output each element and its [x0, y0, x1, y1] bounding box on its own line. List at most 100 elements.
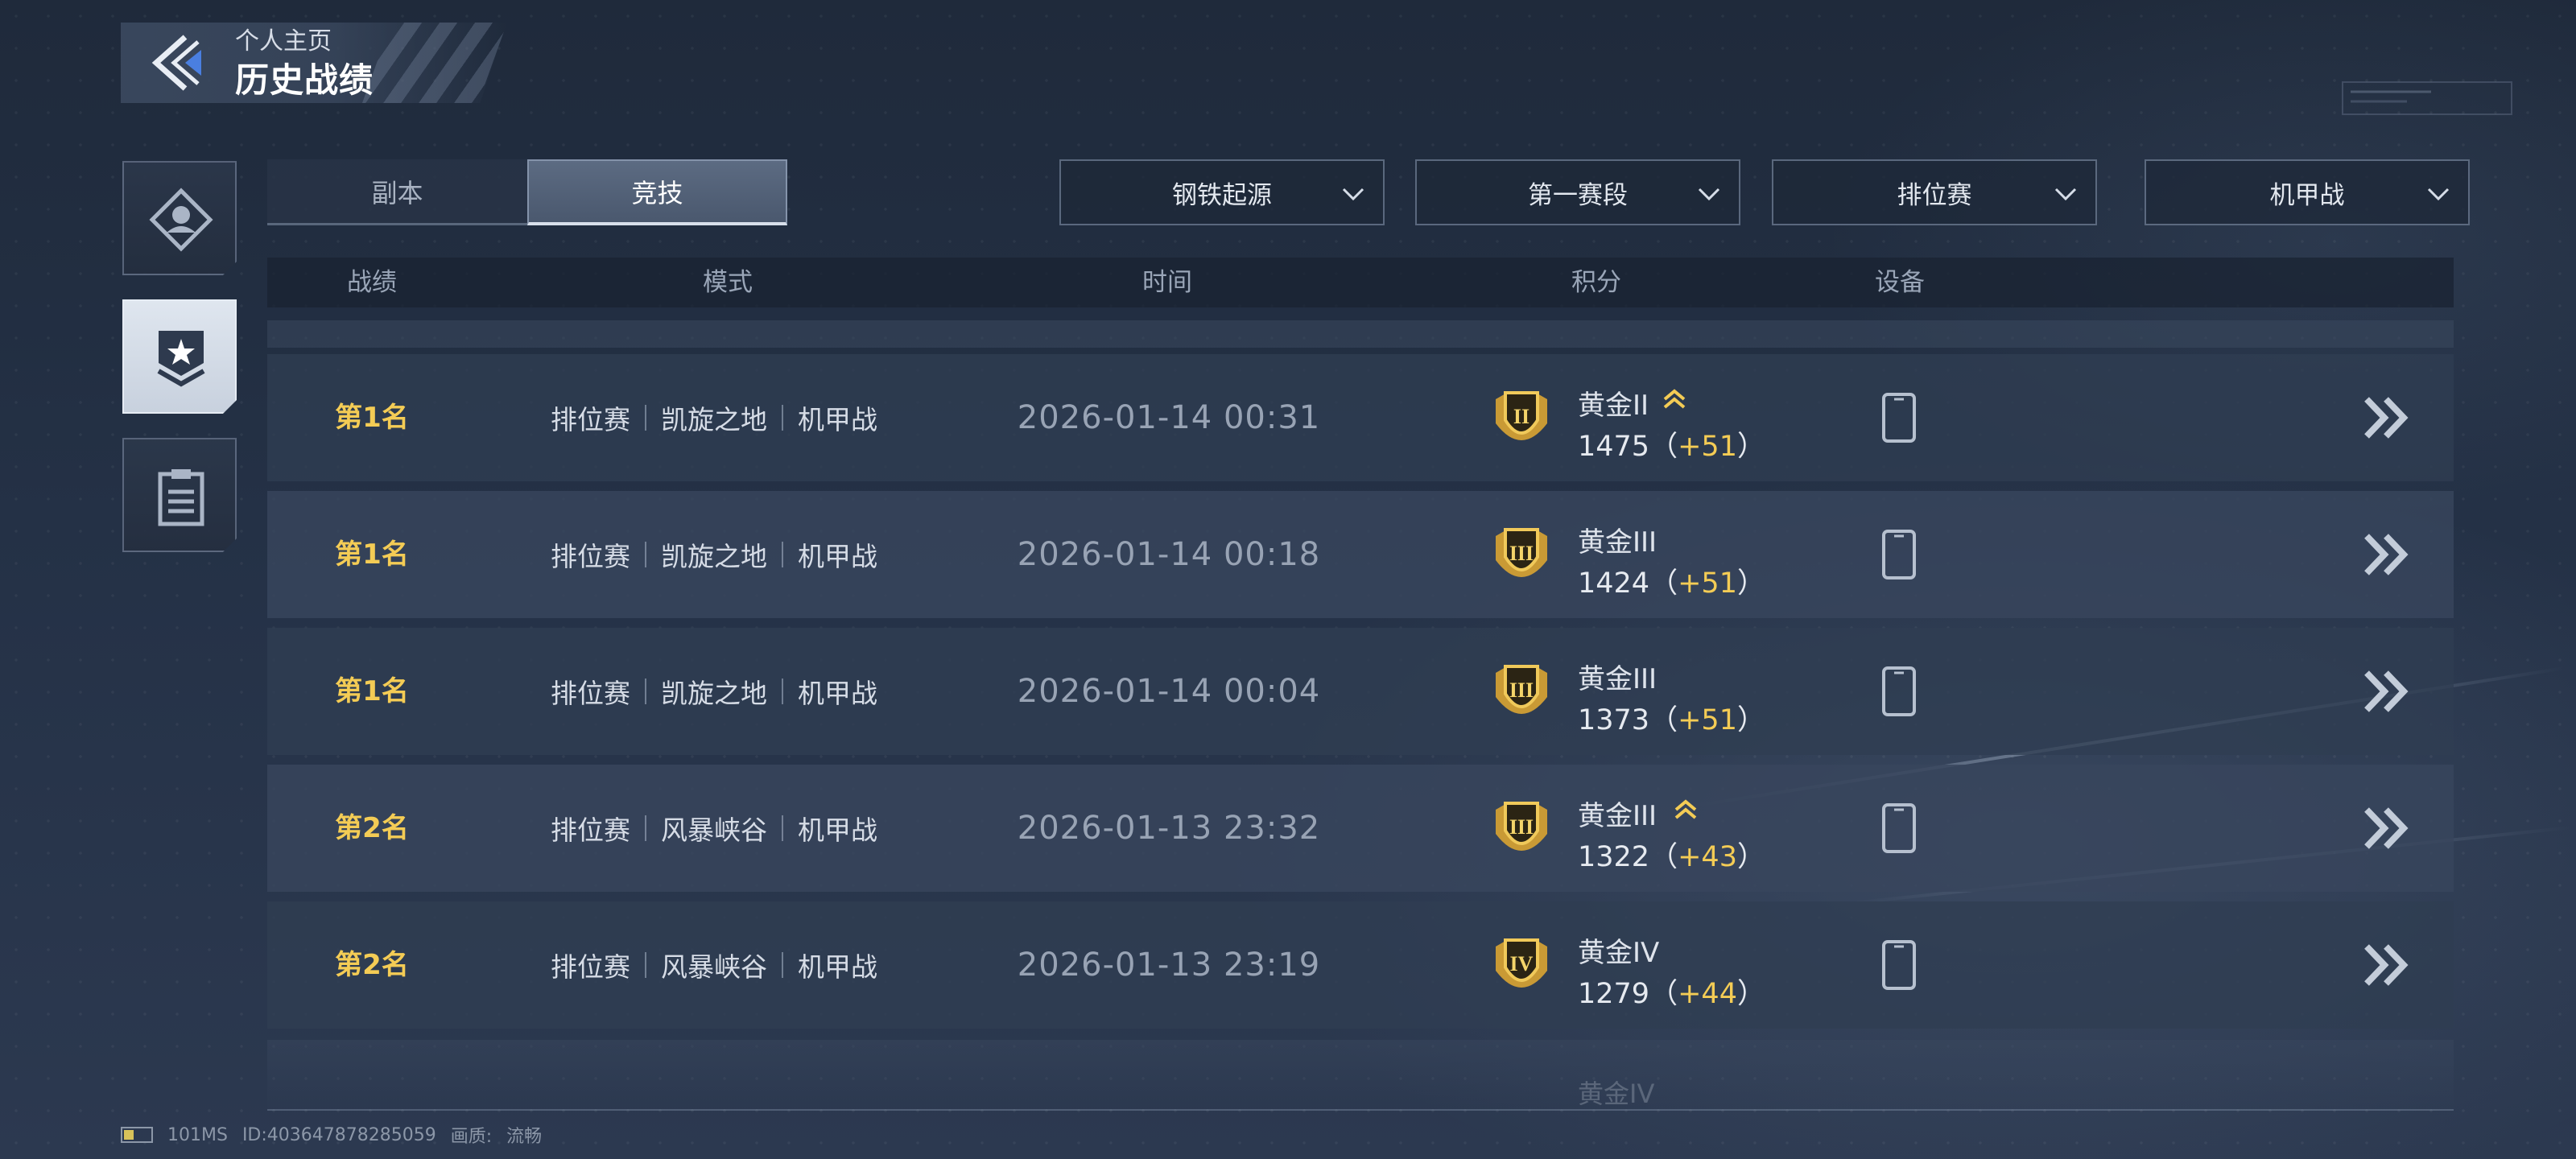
- filter-match-type[interactable]: 排位赛: [1772, 159, 2097, 225]
- tier-label: 黄金III: [1578, 800, 1657, 832]
- header-subtitle: 个人主页: [235, 27, 332, 56]
- chevron-double-right-icon[interactable]: [2362, 533, 2410, 576]
- score-total: 1322: [1578, 841, 1650, 873]
- side-nav-clipboard[interactable]: [122, 438, 237, 552]
- tab-dungeon[interactable]: 副本: [267, 159, 527, 225]
- chevron-double-right-icon[interactable]: [2362, 396, 2410, 439]
- mode-separator: [645, 815, 646, 841]
- quality-label: 画质:: [450, 1127, 493, 1147]
- tier-label: 黄金III: [1578, 663, 1657, 695]
- phone-icon: [1882, 393, 1916, 443]
- back-arrow-icon[interactable]: [150, 34, 208, 92]
- table-row[interactable]: 第1名 排位赛 凯旋之地 机甲战 2026-01-14 00:18 III 黄金III 142…: [267, 491, 2454, 618]
- score-paren-open: （: [1649, 978, 1678, 1010]
- mode-part: 排位赛: [551, 541, 630, 572]
- partial-tier: 黄金IV: [1578, 1079, 1655, 1109]
- phone-icon: [1882, 666, 1916, 716]
- table-divider: [267, 1109, 2454, 1111]
- column-header-time: 时间: [1142, 268, 1192, 297]
- gold-tier-badge-icon: III: [1496, 665, 1547, 714]
- phone-icon: [1882, 940, 1916, 990]
- score-total: 1475: [1578, 431, 1650, 463]
- mode-part: 排位赛: [551, 951, 630, 983]
- mode-part: 凯旋之地: [661, 678, 767, 709]
- tier-label: 黄金III: [1578, 526, 1657, 559]
- score-paren-close: ）: [1736, 704, 1765, 736]
- chevron-down-icon: [2427, 188, 2450, 201]
- mode-label: 排位赛 风暴峡谷 机甲战: [551, 901, 877, 1029]
- score-delta: +51: [1678, 431, 1737, 463]
- score-value: 1475（+51）: [1578, 423, 1765, 464]
- medal-icon: [157, 331, 205, 387]
- score-total: 1373: [1578, 704, 1650, 736]
- match-time: 2026-01-14 00:31: [1017, 399, 1321, 436]
- mode-part: 排位赛: [551, 678, 630, 709]
- mode-separator: [645, 405, 646, 431]
- match-time: 2026-01-13 23:32: [1017, 810, 1321, 847]
- column-header-mode: 模式: [703, 268, 753, 297]
- gold-tier-badge-icon: IV: [1496, 938, 1547, 988]
- chevron-double-right-icon[interactable]: [2362, 806, 2410, 850]
- table-header: 战绩 模式 时间 积分 设备: [267, 258, 2454, 307]
- battery-icon: [121, 1127, 153, 1143]
- filter-stage[interactable]: 第一赛段: [1415, 159, 1740, 225]
- tab-competitive[interactable]: 竞技: [527, 159, 787, 225]
- mode-part: 凯旋之地: [661, 404, 767, 435]
- rank-label: 第2名: [335, 949, 409, 981]
- match-time: 2026-01-14 00:04: [1017, 673, 1321, 710]
- table-row[interactable]: 第1名 排位赛 凯旋之地 机甲战 2026-01-14 00:31 II 黄金II 1475（…: [267, 354, 2454, 481]
- table-row[interactable]: 第2名 排位赛 风暴峡谷 机甲战 2026-01-13 23:32 III 黄金III 132…: [267, 765, 2454, 892]
- filter-season-label: 钢铁起源: [1172, 180, 1272, 210]
- tier-label: 黄金IV: [1578, 937, 1660, 969]
- rank-label: 第1名: [335, 538, 409, 571]
- rank-label: 第2名: [335, 812, 409, 844]
- phone-icon: [1882, 803, 1916, 853]
- mode-part: 机甲战: [798, 541, 877, 572]
- filter-match-type-label: 排位赛: [1897, 180, 1972, 210]
- score-delta: +51: [1678, 704, 1737, 736]
- filter-season[interactable]: 钢铁起源: [1059, 159, 1385, 225]
- mode-part: 风暴峡谷: [661, 951, 767, 983]
- mode-part: 机甲战: [798, 678, 877, 709]
- profile-icon: [149, 188, 213, 252]
- score-value: 1424（+51）: [1578, 560, 1765, 601]
- column-header-device: 设备: [1875, 268, 1925, 297]
- mode-part: 凯旋之地: [661, 541, 767, 572]
- badge-numeral: III: [1509, 678, 1534, 702]
- quality-value: 流畅: [506, 1127, 543, 1147]
- column-header-score: 积分: [1571, 268, 1621, 297]
- mode-part: 机甲战: [798, 404, 877, 435]
- page-title: 历史战绩: [235, 60, 374, 100]
- score-paren-open: （: [1649, 431, 1678, 463]
- chevron-double-right-icon[interactable]: [2362, 670, 2410, 713]
- score-value: 1322（+43）: [1578, 834, 1765, 875]
- score-paren-open: （: [1649, 704, 1678, 736]
- mode-separator: [782, 952, 783, 978]
- score-value: 1373（+51）: [1578, 697, 1765, 738]
- chevron-double-right-icon[interactable]: [2362, 943, 2410, 987]
- table-row[interactable]: 第1名 排位赛 凯旋之地 机甲战 2026-01-14 00:04 III 黄金III 137…: [267, 628, 2454, 755]
- side-nav-record[interactable]: [122, 299, 237, 414]
- table-row-partial: 黄金IV: [267, 1040, 2454, 1112]
- status-bar: 101MS ID:403647878285059 画质: 流畅: [121, 1124, 543, 1147]
- mode-separator: [645, 952, 646, 978]
- mode-separator: [645, 542, 646, 567]
- score-paren-close: ）: [1736, 431, 1765, 463]
- mode-label: 排位赛 凯旋之地 机甲战: [551, 491, 877, 618]
- badge-numeral: III: [1509, 542, 1534, 565]
- score-delta: +43: [1678, 841, 1737, 873]
- mode-separator: [782, 405, 783, 431]
- score-total: 1424: [1578, 567, 1650, 600]
- table-row[interactable]: 第2名 排位赛 风暴峡谷 机甲战 2026-01-13 23:19 IV 黄金IV 1279（…: [267, 901, 2454, 1029]
- score-total: 1279: [1578, 978, 1650, 1010]
- mode-part: 机甲战: [798, 815, 877, 846]
- score-delta: +44: [1678, 978, 1737, 1010]
- filter-game-mode-label: 机甲战: [2269, 180, 2345, 210]
- score-delta: +51: [1678, 567, 1737, 600]
- tier-label: 黄金II: [1578, 390, 1649, 422]
- side-nav-profile[interactable]: [122, 161, 237, 275]
- filter-game-mode[interactable]: 机甲战: [2145, 159, 2470, 225]
- mode-part: 机甲战: [798, 951, 877, 983]
- badge-numeral: II: [1513, 405, 1530, 428]
- gold-tier-badge-icon: III: [1496, 802, 1547, 851]
